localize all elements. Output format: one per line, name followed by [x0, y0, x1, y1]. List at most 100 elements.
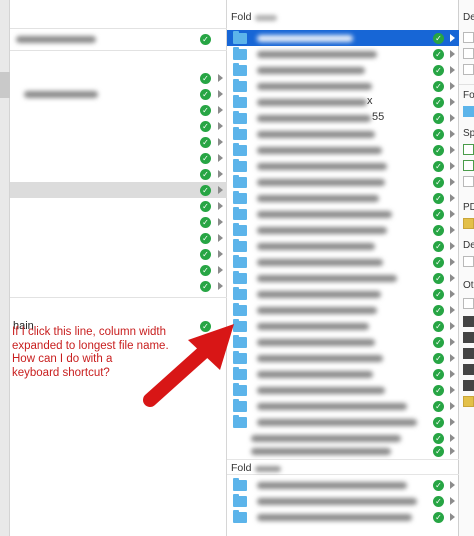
list-item[interactable]: ✓	[10, 70, 227, 86]
folder-row[interactable]: ✓	[227, 142, 459, 158]
browser-column-1[interactable]: ✓ ✓ ✓ ✓ ✓ ✓ ✓ ✓ ✓ ✓ ✓ ✓ ✓ ✓ ✓ ✓	[10, 0, 227, 536]
folder-row[interactable]: ✓	[227, 350, 459, 366]
document-icon[interactable]	[463, 256, 474, 267]
section-label: Ot	[463, 280, 474, 291]
file-icon[interactable]	[463, 380, 474, 391]
check-icon: ✓	[200, 89, 211, 100]
list-item[interactable]: ✓	[10, 246, 227, 262]
check-icon: ✓	[433, 337, 444, 348]
chevron-right-icon	[450, 370, 455, 378]
folder-row[interactable]: ✓	[227, 270, 459, 286]
folder-row[interactable]: ✓	[227, 206, 459, 222]
list-item[interactable]: ✓	[10, 230, 227, 246]
list-item[interactable]: ✓	[10, 102, 227, 118]
chevron-right-icon	[218, 282, 223, 290]
folder-row-selected[interactable]: ✓	[227, 30, 459, 46]
chevron-right-icon	[450, 290, 455, 298]
folder-row[interactable]: ✓	[227, 62, 459, 78]
check-icon: ✓	[433, 193, 444, 204]
blurred-filename	[257, 514, 412, 521]
folder-icon[interactable]	[463, 106, 474, 117]
folder-row[interactable]: ✓	[227, 382, 459, 398]
pdf-icon[interactable]	[463, 218, 474, 229]
check-icon: ✓	[200, 137, 211, 148]
file-icon[interactable]	[463, 64, 474, 75]
list-item[interactable]: ✓	[10, 214, 227, 230]
blurred-filename	[257, 259, 383, 266]
file-icon[interactable]	[463, 316, 474, 327]
chevron-right-icon	[450, 82, 455, 90]
folder-row[interactable]: ✓	[227, 302, 459, 318]
folder-row[interactable]: ✓	[227, 318, 459, 334]
list-item-selected[interactable]: ✓	[10, 182, 227, 198]
folder-row[interactable]: ✓	[227, 366, 459, 382]
spreadsheet-icon[interactable]	[463, 144, 474, 155]
file-icon[interactable]	[463, 32, 474, 43]
file-icon[interactable]	[463, 396, 474, 407]
folder-row[interactable]: ✓	[227, 443, 459, 459]
folder-row[interactable]: ✓	[227, 509, 459, 525]
folder-row[interactable]: ✓	[227, 174, 459, 190]
column-header[interactable]: Fold	[227, 8, 459, 26]
list-item[interactable]: ✓	[10, 118, 227, 134]
folder-row[interactable]: x ✓	[227, 94, 459, 110]
list-item[interactable]: ✓	[10, 198, 227, 214]
folder-row[interactable]: ✓	[227, 286, 459, 302]
file-icon[interactable]	[463, 332, 474, 343]
list-item[interactable]: ✓	[10, 262, 227, 278]
folder-row[interactable]: ✓	[227, 190, 459, 206]
check-icon: ✓	[433, 97, 444, 108]
column-header-title: De	[463, 12, 474, 23]
folder-row[interactable]: ✓	[227, 254, 459, 270]
chevron-right-icon	[450, 194, 455, 202]
blurred-filename	[257, 355, 383, 362]
folder-icon	[233, 31, 247, 44]
folder-row[interactable]: ✓	[227, 238, 459, 254]
browser-column-3[interactable]: De Fo Sp PD De Ot	[459, 0, 474, 536]
list-item[interactable]: ✓	[10, 86, 227, 102]
folder-row[interactable]: ✓	[227, 398, 459, 414]
folder-row[interactable]: ✓	[227, 158, 459, 174]
column-header-title: Fold	[231, 11, 252, 23]
list-item[interactable]: ✓	[10, 278, 227, 294]
folder-row[interactable]: ✓	[227, 46, 459, 62]
check-icon: ✓	[433, 289, 444, 300]
chevron-right-icon	[450, 162, 455, 170]
check-icon: ✓	[433, 496, 444, 507]
list-item[interactable]: ✓	[10, 134, 227, 150]
check-icon: ✓	[433, 446, 444, 457]
chevron-right-icon	[450, 242, 455, 250]
file-icon[interactable]	[463, 364, 474, 375]
file-icon[interactable]	[463, 176, 474, 187]
folder-name-fragment: 55	[372, 111, 385, 123]
file-icon[interactable]	[463, 348, 474, 359]
list-item[interactable]: ✓	[10, 166, 227, 182]
check-icon: ✓	[433, 33, 444, 44]
blurred-filename	[257, 243, 375, 250]
blurred-filename	[257, 51, 377, 58]
blurred-header-text	[255, 15, 277, 21]
file-icon[interactable]	[463, 298, 474, 309]
list-item[interactable]: ✓	[10, 150, 227, 166]
list-item[interactable]: ✓	[10, 31, 227, 47]
folder-icon	[233, 494, 247, 507]
blurred-filename	[257, 131, 375, 138]
check-icon: ✓	[200, 121, 211, 132]
browser-column-2[interactable]: Fold ✓ ✓ ✓ ✓ x ✓ 55 ✓ ✓ ✓ ✓ ✓ ✓ ✓ ✓ ✓ ✓ ✓ …	[227, 0, 459, 536]
folder-row[interactable]: ✓	[227, 477, 459, 493]
file-icon[interactable]	[463, 48, 474, 59]
chevron-right-icon	[450, 274, 455, 282]
folder-row[interactable]: ✓	[227, 126, 459, 142]
column-header-bottom[interactable]: Fold	[227, 459, 459, 475]
folder-row[interactable]: ✓	[227, 334, 459, 350]
folder-row[interactable]: 55 ✓	[227, 110, 459, 126]
folder-row[interactable]: ✓	[227, 78, 459, 94]
check-icon: ✓	[433, 145, 444, 156]
folder-row[interactable]: ✓	[227, 493, 459, 509]
chevron-right-icon	[450, 402, 455, 410]
check-icon: ✓	[200, 185, 211, 196]
blurred-filename	[257, 419, 417, 426]
spreadsheet-icon[interactable]	[463, 160, 474, 171]
folder-row[interactable]: ✓	[227, 222, 459, 238]
folder-row[interactable]: ✓	[227, 414, 459, 430]
